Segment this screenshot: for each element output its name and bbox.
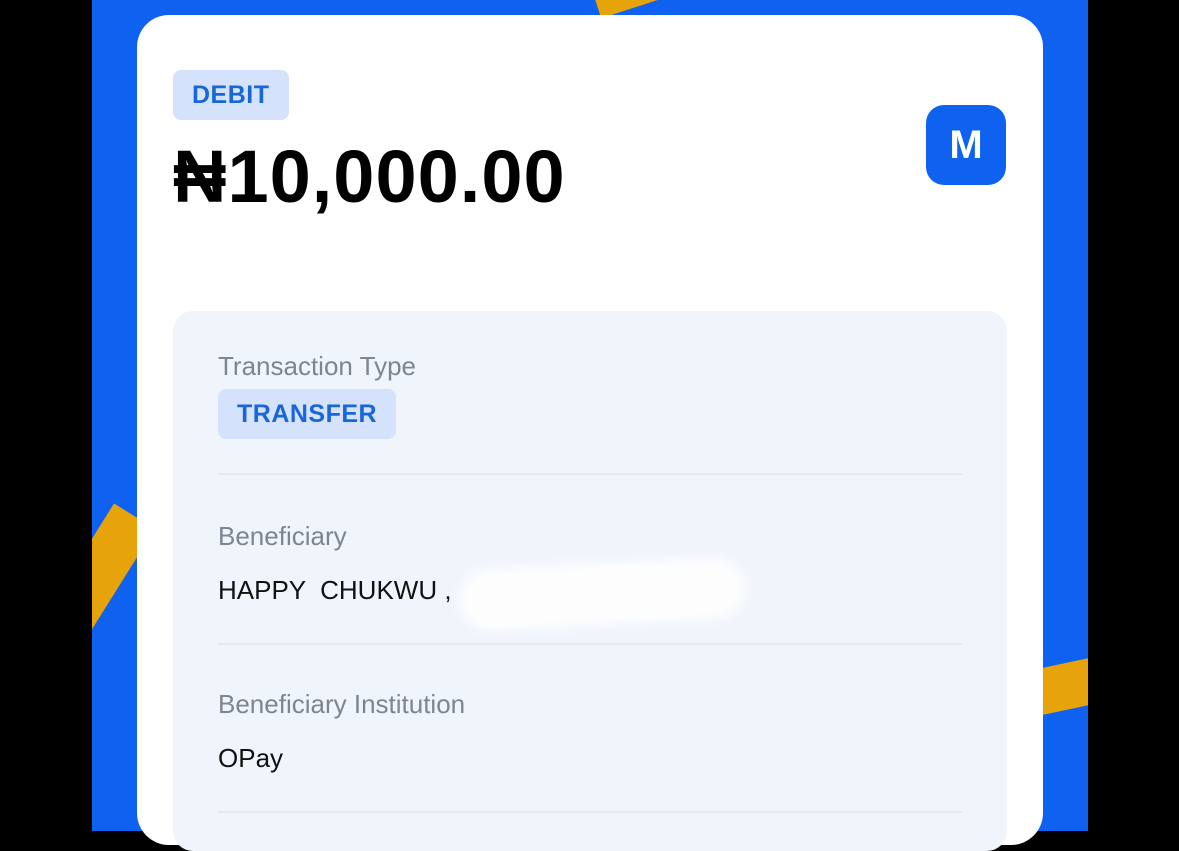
brand-logo-icon: M bbox=[926, 105, 1006, 185]
brand-logo-letter: M bbox=[949, 122, 983, 167]
receipt-card: DEBIT ₦10,000.00 M Transaction Type TRAN… bbox=[137, 15, 1043, 851]
transaction-type-section: Transaction Type TRANSFER bbox=[218, 351, 962, 439]
debit-badge: DEBIT bbox=[173, 70, 289, 120]
beneficiary-institution-section: Beneficiary Institution OPay bbox=[218, 689, 962, 773]
beneficiary-label: Beneficiary bbox=[218, 521, 347, 551]
divider bbox=[218, 473, 962, 475]
transaction-amount: ₦10,000.00 bbox=[173, 135, 566, 218]
transaction-type-label: Transaction Type bbox=[218, 351, 416, 381]
transaction-type-badge: TRANSFER bbox=[218, 389, 397, 439]
divider bbox=[218, 643, 962, 645]
right-black-bar bbox=[1088, 0, 1179, 831]
left-black-bar bbox=[0, 0, 92, 831]
divider bbox=[218, 811, 962, 813]
beneficiary-institution-label: Beneficiary Institution bbox=[218, 689, 466, 719]
beneficiary-institution-name: OPay bbox=[218, 743, 284, 773]
